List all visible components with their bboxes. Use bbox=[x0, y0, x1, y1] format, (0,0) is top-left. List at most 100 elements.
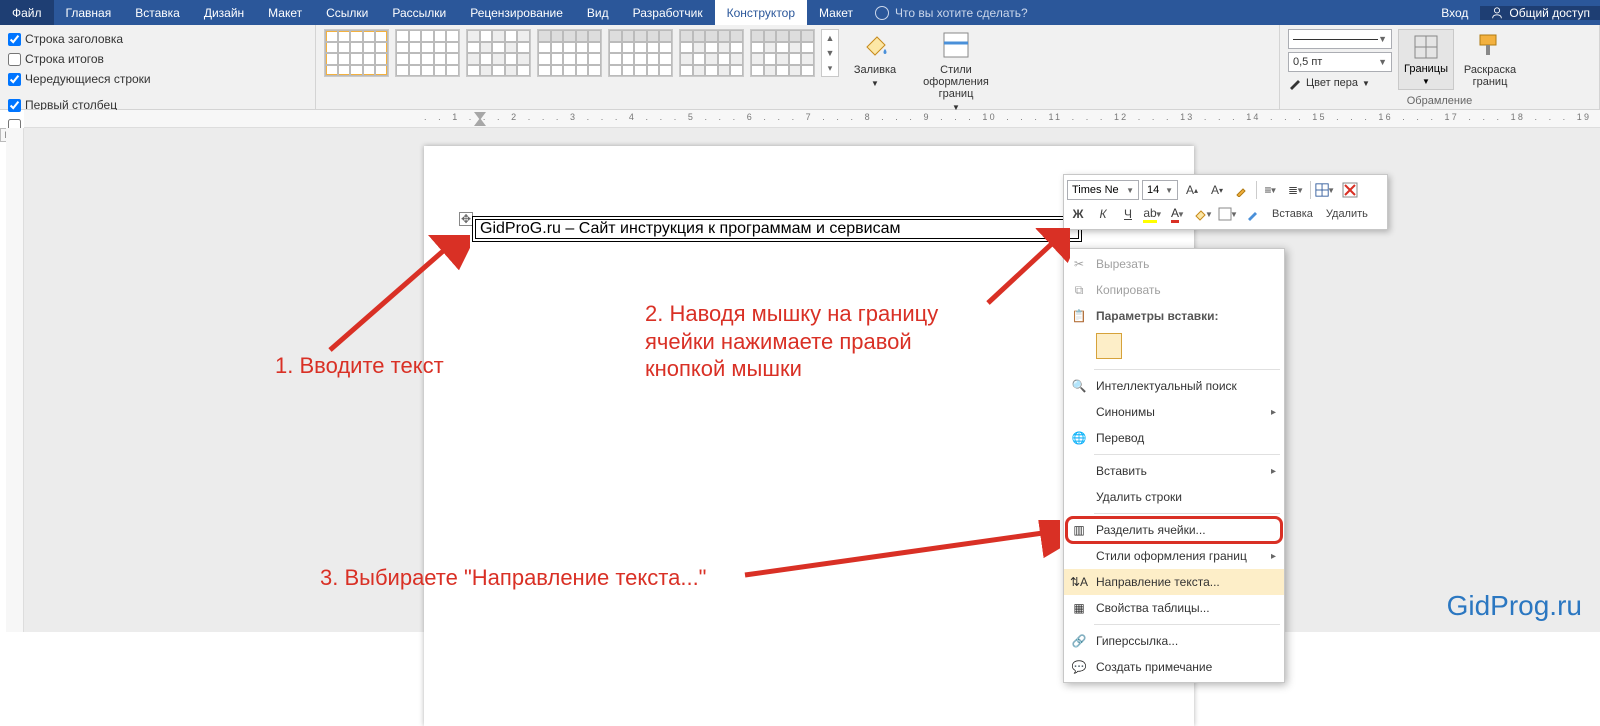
ruler-vertical[interactable] bbox=[6, 128, 24, 632]
share-button[interactable]: Общий доступ bbox=[1480, 6, 1600, 20]
font-color-button[interactable]: A▼ bbox=[1167, 203, 1189, 225]
document-table[interactable]: GidProG.ru – Сайт инструкция к программа… bbox=[472, 216, 1082, 242]
underline-button[interactable]: Ч bbox=[1117, 203, 1139, 225]
tell-me-search[interactable]: Что вы хотите сделать? bbox=[865, 0, 1429, 25]
borders-mini-button[interactable]: ▼ bbox=[1217, 203, 1239, 225]
table-style-6[interactable] bbox=[679, 29, 744, 77]
insert-mini-button[interactable]: Вставка bbox=[1267, 203, 1318, 225]
ctx-smart-lookup[interactable]: 🔍Интеллектуальный поиск bbox=[1064, 373, 1284, 399]
border-styles-icon bbox=[940, 29, 972, 61]
ctx-new-comment[interactable]: 💬Создать примечание bbox=[1064, 654, 1284, 680]
ctx-translate[interactable]: 🌐Перевод bbox=[1064, 425, 1284, 451]
painter-icon bbox=[1474, 29, 1506, 61]
table-style-3[interactable] bbox=[466, 29, 531, 77]
table-style-7[interactable] bbox=[750, 29, 815, 77]
border-styles-button[interactable]: Стили оформления границ▼ bbox=[911, 29, 1001, 112]
tab-home[interactable]: Главная bbox=[54, 0, 124, 25]
tab-design[interactable]: Дизайн bbox=[192, 0, 256, 25]
shrink-font-button[interactable]: A▾ bbox=[1206, 179, 1228, 201]
watermark-logo: GidProg.ru bbox=[1447, 590, 1582, 622]
tab-layout[interactable]: Макет bbox=[256, 0, 314, 25]
font-size-select[interactable]: 14▼ bbox=[1142, 180, 1178, 200]
paste-option-1[interactable] bbox=[1096, 333, 1122, 359]
tab-view[interactable]: Вид bbox=[575, 0, 621, 25]
ruler-horizontal[interactable]: . . 1 . . . 2 . . . 3 . . . 4 . . . 5 . … bbox=[24, 110, 1600, 128]
line-width-dropdown[interactable]: 0,5 пт▼ bbox=[1288, 52, 1392, 72]
tab-file[interactable]: Файл bbox=[0, 0, 54, 25]
styles-mini-button[interactable] bbox=[1242, 203, 1264, 225]
comment-icon: 💬 bbox=[1070, 658, 1088, 676]
font-select[interactable]: Times Ne▼ bbox=[1067, 180, 1139, 200]
search-icon: 🔍 bbox=[1070, 377, 1088, 395]
ctx-insert[interactable]: Вставить▸ bbox=[1064, 458, 1284, 484]
annotation-1: 1. Вводите текст bbox=[275, 352, 444, 380]
table-style-2[interactable] bbox=[395, 29, 460, 77]
borders-button[interactable]: Границы▼ bbox=[1398, 29, 1454, 90]
tab-review[interactable]: Рецензирование bbox=[458, 0, 575, 25]
ctx-border-styles[interactable]: Стили оформления границ▸ bbox=[1064, 543, 1284, 569]
bold-button[interactable]: Ж bbox=[1067, 203, 1089, 225]
link-icon: 🔗 bbox=[1070, 632, 1088, 650]
ctx-copy: ⧉Копировать bbox=[1064, 277, 1284, 303]
properties-icon: ▦ bbox=[1070, 599, 1088, 617]
ctx-cut: ✂Вырезать bbox=[1064, 251, 1284, 277]
translate-icon: 🌐 bbox=[1070, 429, 1088, 447]
copy-icon: ⧉ bbox=[1070, 281, 1088, 299]
split-icon: ▥ bbox=[1070, 521, 1088, 539]
table-move-handle[interactable]: ✥ bbox=[459, 212, 473, 226]
table-delete-button[interactable] bbox=[1339, 179, 1361, 201]
border-painter-button[interactable]: Раскраска границ bbox=[1460, 29, 1520, 88]
table-delete-icon bbox=[1342, 182, 1358, 198]
ctx-delete-rows[interactable]: Удалить строки bbox=[1064, 484, 1284, 510]
tab-developer[interactable]: Разработчик bbox=[621, 0, 715, 25]
login-link[interactable]: Вход bbox=[1429, 6, 1480, 20]
shading-button[interactable]: ▼ bbox=[1192, 203, 1214, 225]
pen-color[interactable]: Цвет пера▼ bbox=[1288, 76, 1392, 90]
ctx-paste-options bbox=[1064, 329, 1284, 366]
bucket-icon bbox=[859, 29, 891, 61]
share-icon bbox=[1490, 6, 1504, 20]
chk-banded-rows[interactable]: Чередующиеся строки bbox=[8, 69, 151, 89]
styles-small-icon bbox=[1246, 207, 1260, 221]
tab-references[interactable]: Ссылки bbox=[314, 0, 380, 25]
grow-font-button[interactable]: A▴ bbox=[1181, 179, 1203, 201]
chk-total-row[interactable]: Строка итогов bbox=[8, 49, 151, 69]
annotation-3: 3. Выбираете "Направление текста..." bbox=[320, 564, 707, 592]
table-style-4[interactable] bbox=[537, 29, 602, 77]
tab-table-layout[interactable]: Макет bbox=[807, 0, 865, 25]
borders-icon bbox=[1412, 33, 1440, 61]
cut-icon: ✂ bbox=[1070, 255, 1088, 273]
bullets-button[interactable]: ≡▼ bbox=[1260, 179, 1282, 201]
menu-bar: Файл Главная Вставка Дизайн Макет Ссылки… bbox=[0, 0, 1600, 25]
bulb-icon bbox=[875, 6, 889, 20]
format-painter-button[interactable] bbox=[1231, 179, 1253, 201]
fill-button[interactable]: Заливка▼ bbox=[845, 29, 905, 88]
style-gallery-nav[interactable]: ▲▼▾ bbox=[821, 29, 839, 77]
numbering-button[interactable]: ≣▼ bbox=[1285, 179, 1307, 201]
ctx-paste-header: 📋Параметры вставки: bbox=[1064, 303, 1284, 329]
clipboard-icon: 📋 bbox=[1070, 307, 1088, 325]
indent-marker-icon[interactable] bbox=[472, 110, 488, 128]
brush-icon bbox=[1235, 183, 1249, 197]
pen-icon bbox=[1288, 76, 1302, 90]
table-style-1[interactable] bbox=[324, 29, 389, 77]
ctx-synonyms[interactable]: Синонимы▸ bbox=[1064, 399, 1284, 425]
ribbon: Строка заголовка Строка итогов Чередующи… bbox=[0, 25, 1600, 110]
mini-toolbar: Times Ne▼ 14▼ A▴ A▾ ≡▼ ≣▼ ▼ Ж К Ч ab▼ A▼… bbox=[1063, 174, 1388, 230]
ctx-text-direction[interactable]: ⇅AНаправление текста... bbox=[1064, 569, 1284, 595]
ctx-split-cells[interactable]: ▥Разделить ячейки... bbox=[1064, 517, 1284, 543]
delete-mini-button[interactable]: Удалить bbox=[1321, 203, 1373, 225]
line-style-dropdown[interactable]: ▼ bbox=[1288, 29, 1392, 49]
table-insert-button[interactable]: ▼ bbox=[1314, 179, 1336, 201]
tab-mailings[interactable]: Рассылки bbox=[380, 0, 458, 25]
table-cell[interactable]: GidProG.ru – Сайт инструкция к программа… bbox=[475, 219, 1079, 239]
text-direction-icon: ⇅A bbox=[1070, 573, 1088, 591]
tab-table-design[interactable]: Конструктор bbox=[715, 0, 807, 25]
ctx-table-properties[interactable]: ▦Свойства таблицы... bbox=[1064, 595, 1284, 621]
highlight-button[interactable]: ab▼ bbox=[1142, 203, 1164, 225]
table-style-5[interactable] bbox=[608, 29, 673, 77]
context-menu: ✂Вырезать ⧉Копировать 📋Параметры вставки… bbox=[1063, 248, 1285, 683]
tab-insert[interactable]: Вставка bbox=[123, 0, 192, 25]
italic-button[interactable]: К bbox=[1092, 203, 1114, 225]
chk-header-row[interactable]: Строка заголовка bbox=[8, 29, 151, 49]
